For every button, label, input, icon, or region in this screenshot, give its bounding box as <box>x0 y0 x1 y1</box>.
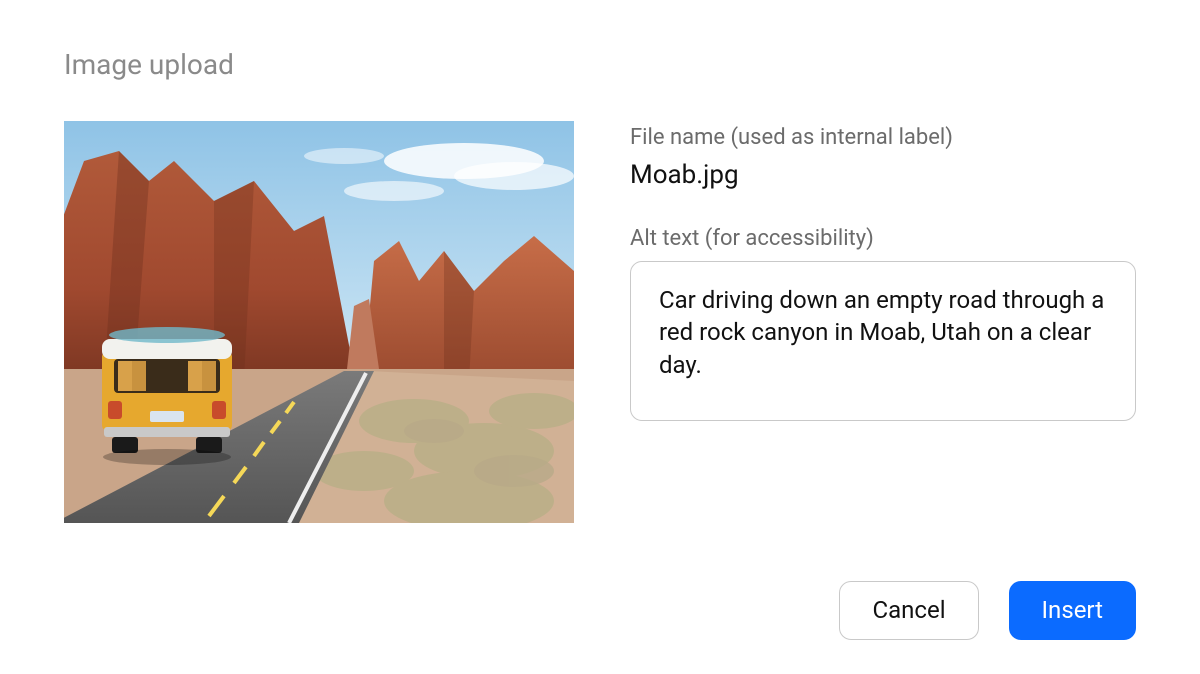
moab-image <box>64 121 574 523</box>
form-column: File name (used as internal label) Moab.… <box>630 121 1136 425</box>
button-row: Cancel Insert <box>839 581 1136 640</box>
content-row: File name (used as internal label) Moab.… <box>64 121 1136 523</box>
alt-text-input[interactable] <box>630 261 1136 421</box>
file-name-label: File name (used as internal label) <box>630 125 1136 150</box>
dialog-title: Image upload <box>64 48 1136 81</box>
alt-text-label: Alt text (for accessibility) <box>630 226 1136 251</box>
cancel-button[interactable]: Cancel <box>839 581 978 640</box>
image-upload-dialog: Image upload <box>0 0 1200 674</box>
file-name-value: Moab.jpg <box>630 160 1136 190</box>
insert-button[interactable]: Insert <box>1009 581 1136 640</box>
image-preview <box>64 121 574 523</box>
